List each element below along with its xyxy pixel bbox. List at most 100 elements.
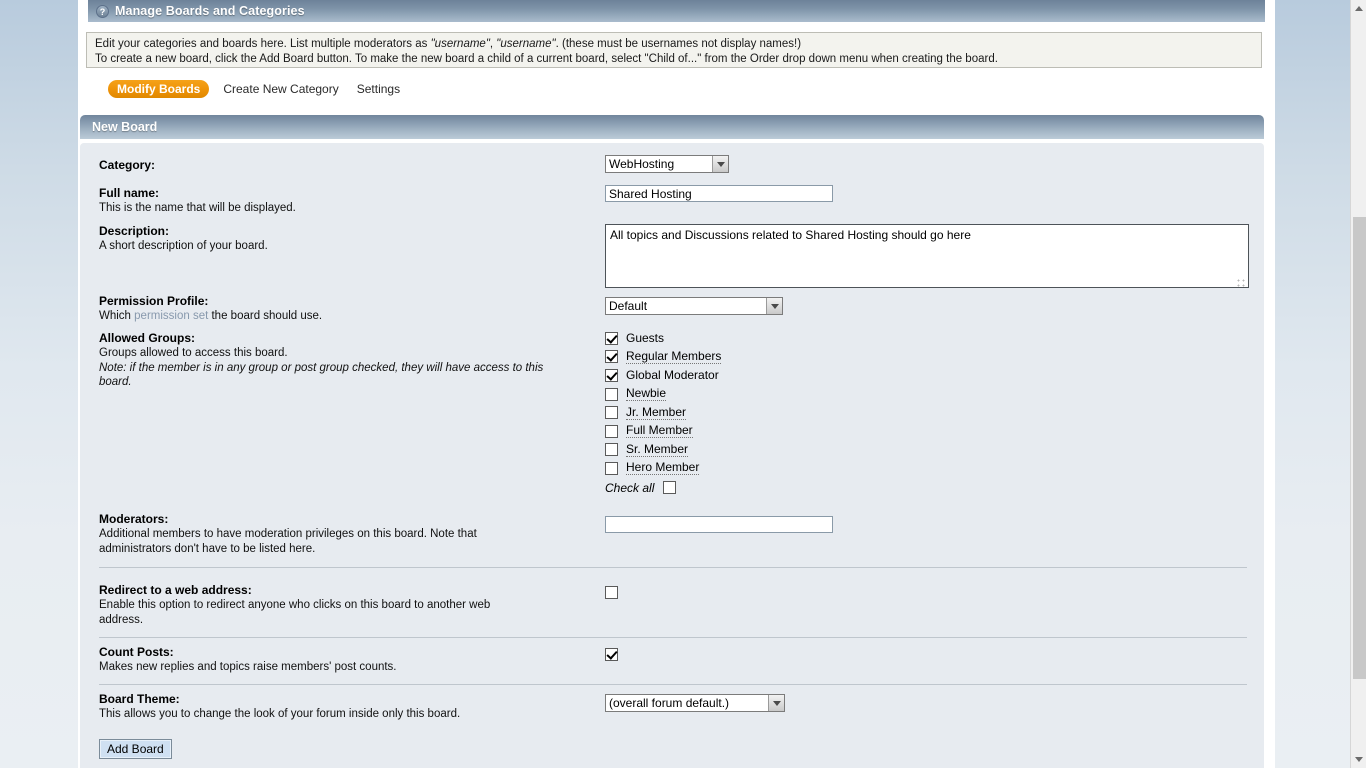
divider-1 [99, 567, 1247, 568]
new-board-panel-header: New Board [80, 115, 1264, 139]
vertical-scrollbar[interactable] [1350, 0, 1366, 768]
group-row-guests: Guests [605, 329, 721, 348]
new-board-panel-body: Category: WebHosting Full name: This is … [80, 143, 1264, 768]
tab-modify-boards[interactable]: Modify Boards [108, 80, 210, 98]
info-line1-em2: "username" [496, 38, 556, 50]
group-label-jr-member: Jr. Member [626, 404, 687, 420]
scrollbar-track[interactable] [1352, 17, 1366, 751]
category-control-col: WebHosting [605, 155, 729, 173]
count-posts-label: Count Posts: [99, 645, 174, 659]
group-label-newbie: Newbie [626, 386, 667, 402]
info-box: Edit your categories and boards here. Li… [86, 32, 1262, 68]
divider-3 [99, 684, 1247, 685]
category-select-wrapper: WebHosting [605, 155, 729, 173]
full-name-label: Full name: [99, 186, 160, 200]
count-posts-label-col: Count Posts: Makes new replies and topic… [99, 645, 599, 675]
info-line1-em1: "username" [430, 38, 490, 50]
allowed-groups-label: Allowed Groups: [99, 331, 195, 345]
category-select[interactable]: WebHosting [605, 155, 729, 173]
help-icon[interactable]: ? [96, 4, 109, 18]
group-label-full-member: Full Member [626, 423, 693, 439]
group-label-hero-member: Hero Member [626, 460, 700, 476]
page-title: Manage Boards and Categories [115, 4, 305, 18]
moderators-input[interactable] [605, 516, 833, 533]
checkbox-newbie[interactable] [605, 387, 618, 401]
checkbox-regular-members[interactable] [605, 350, 618, 364]
full-name-label-col: Full name: This is the name that will be… [99, 186, 599, 216]
moderators-label: Moderators: [99, 512, 169, 526]
tab-create-new-category[interactable]: Create New Category [217, 80, 344, 98]
board-theme-select[interactable]: (overall forum default.) [605, 694, 785, 712]
new-board-panel-title: New Board [92, 120, 158, 134]
permission-hint-after: the board should use. [208, 310, 323, 322]
board-theme-hint: This allows you to change the look of yo… [99, 708, 461, 720]
info-line-2: To create a new board, click the Add Boa… [95, 52, 998, 65]
category-title-bar: ? Manage Boards and Categories [88, 0, 1265, 22]
full-name-hint: This is the name that will be displayed. [99, 202, 296, 214]
redirect-label-col: Redirect to a web address: Enable this o… [99, 583, 599, 627]
info-line1-part3: . (these must be usernames not display n… [555, 38, 802, 50]
checkbox-redirect[interactable] [605, 586, 618, 599]
moderators-label-col: Moderators: Additional members to have m… [99, 512, 599, 556]
full-name-control-col [605, 185, 833, 202]
redirect-hint-line2: address. [99, 613, 144, 626]
checkbox-guests[interactable] [605, 331, 618, 345]
submit-col: Add Board [99, 739, 172, 759]
info-line1-part1: Edit your categories and boards here. Li… [95, 38, 431, 50]
permission-profile-label: Permission Profile: [99, 294, 209, 308]
board-theme-select-wrapper: (overall forum default.) [605, 694, 785, 712]
scroll-up-arrow-icon[interactable] [1351, 0, 1366, 17]
checkbox-jr-member[interactable] [605, 406, 618, 420]
allowed-groups-note: Note: if the member is in any group or p… [99, 361, 544, 389]
permission-profile-select[interactable]: Default [605, 297, 783, 315]
group-label-guests: Guests [626, 331, 665, 346]
group-row-full-member: Full Member [605, 422, 721, 441]
group-row-newbie: Newbie [605, 385, 721, 404]
description-textarea-wrapper: All topics and Discussions related to Sh… [605, 224, 1249, 291]
checkbox-hero-member[interactable] [605, 461, 618, 475]
allowed-groups-hint: Groups allowed to access this board. [99, 347, 288, 359]
group-label-global-moderator: Global Moderator [626, 368, 719, 383]
tab-settings[interactable]: Settings [351, 80, 406, 98]
group-label-regular-members: Regular Members [626, 348, 722, 364]
allowed-groups-control-col: Guests Regular Members Global Moderator … [605, 329, 722, 495]
scrollbar-thumb[interactable] [1353, 217, 1366, 679]
checkbox-count-posts[interactable] [605, 648, 618, 661]
group-row-jr-member: Jr. Member [605, 403, 721, 422]
group-row-hero-member: Hero Member [605, 459, 721, 478]
checkbox-check-all[interactable] [663, 481, 677, 495]
permission-hint-before: Which [99, 310, 135, 322]
category-label-col: Category: [99, 158, 599, 173]
redirect-hint-line1: Enable this option to redirect anyone wh… [99, 599, 491, 611]
count-posts-control-col [605, 648, 618, 662]
allowed-groups-label-col: Allowed Groups: Groups allowed to access… [99, 331, 599, 390]
group-row-sr-member: Sr. Member [605, 441, 721, 460]
redirect-control-col [605, 586, 618, 600]
checkbox-sr-member[interactable] [605, 443, 618, 457]
description-textarea[interactable]: All topics and Discussions related to Sh… [605, 224, 1249, 288]
scroll-down-arrow-icon[interactable] [1351, 751, 1366, 768]
group-row-regular-members: Regular Members [605, 348, 722, 367]
admin-tabstrip: Modify Boards Create New Category Settin… [108, 80, 412, 98]
permission-profile-hint: Which permission set the board should us… [99, 309, 599, 324]
add-board-button[interactable]: Add Board [99, 739, 172, 759]
redirect-label: Redirect to a web address: [99, 583, 252, 597]
page-wrapper: ? Manage Boards and Categories Edit your… [0, 0, 1350, 768]
permission-profile-label-col: Permission Profile: Which permission set… [99, 294, 599, 324]
group-row-global-moderator: Global Moderator [605, 366, 721, 385]
description-control-col: All topics and Discussions related to Sh… [605, 224, 1249, 291]
checkbox-full-member[interactable] [605, 424, 618, 438]
board-theme-label: Board Theme: [99, 692, 180, 706]
moderators-hint-line1: Additional members to have moderation pr… [99, 528, 477, 540]
checkbox-global-moderator[interactable] [605, 368, 618, 382]
full-name-input[interactable] [605, 185, 833, 202]
description-hint: A short description of your board. [99, 240, 268, 252]
check-all-label: Check all [605, 480, 655, 495]
divider-2 [99, 637, 1247, 638]
permission-set-link[interactable]: permission set [134, 310, 208, 322]
board-theme-label-col: Board Theme: This allows you to change t… [99, 692, 599, 722]
info-line-1: Edit your categories and boards here. Li… [95, 37, 1253, 52]
category-label: Category: [99, 158, 156, 172]
permission-profile-control-col: Default [605, 297, 783, 315]
moderators-hint-line2: administrators don't have to be listed h… [99, 542, 316, 555]
